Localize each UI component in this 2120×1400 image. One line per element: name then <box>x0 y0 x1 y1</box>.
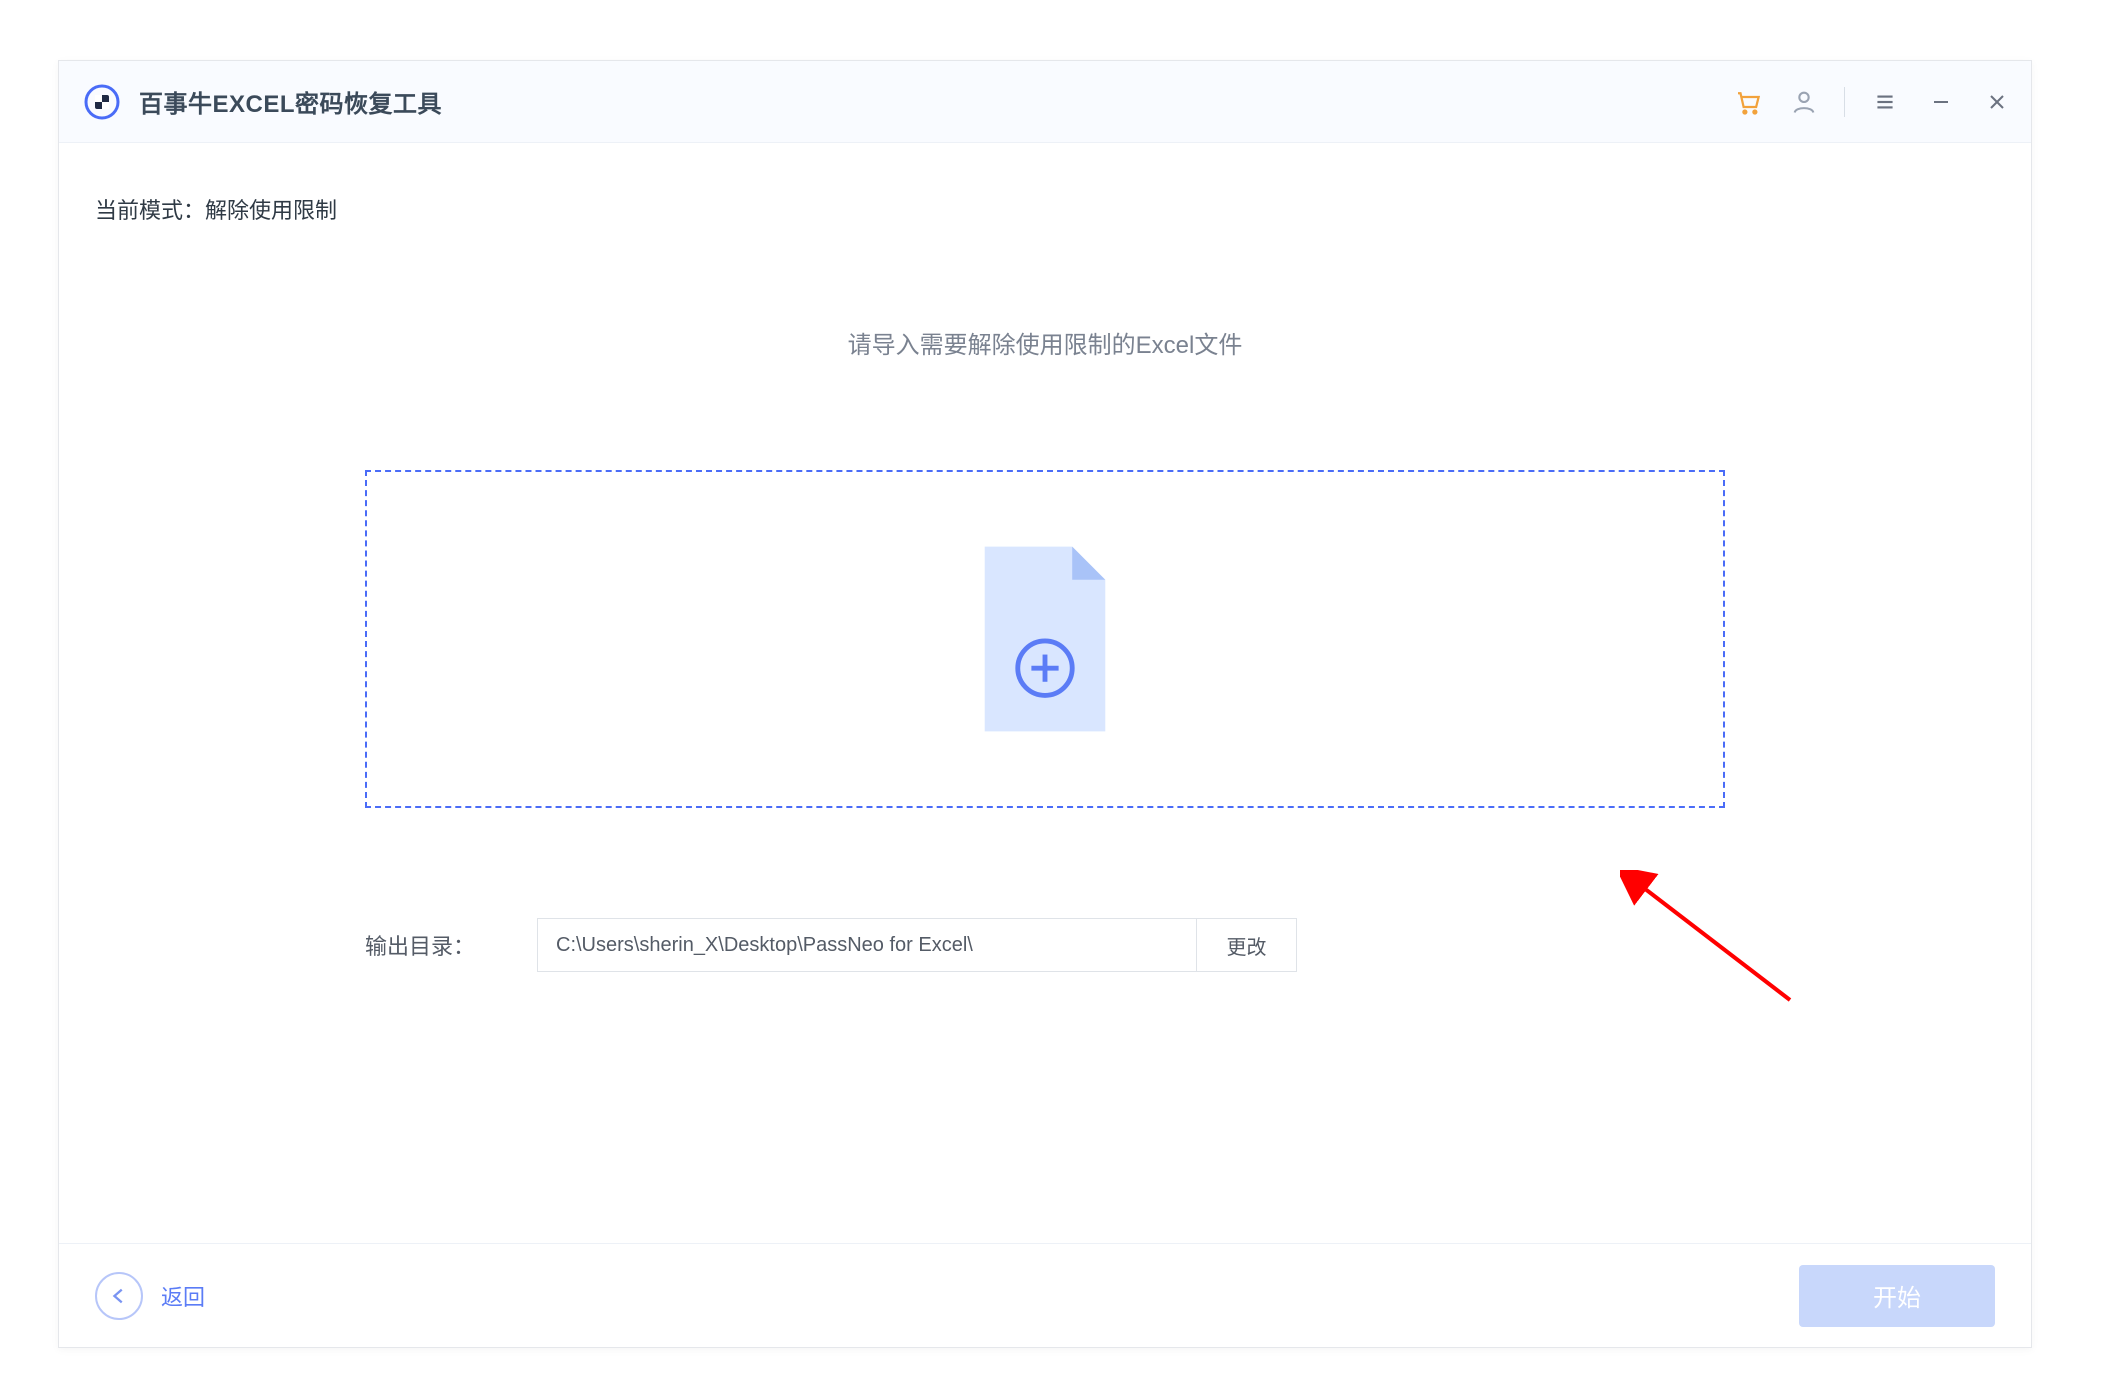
start-button[interactable]: 开始 <box>1799 1265 1995 1327</box>
output-path-input[interactable] <box>538 919 1196 971</box>
output-field-group: 更改 <box>537 918 1297 972</box>
mode-prefix: 当前模式： <box>95 198 205 223</box>
cart-icon[interactable] <box>1732 86 1764 118</box>
footer: 返回 开始 <box>59 1243 2031 1347</box>
back-button[interactable]: 返回 <box>95 1272 205 1320</box>
user-icon[interactable] <box>1788 86 1820 118</box>
current-mode: 当前模式：解除使用限制 <box>95 193 1995 225</box>
file-add-icon <box>975 539 1115 739</box>
menu-icon[interactable] <box>1869 86 1901 118</box>
app-logo-icon <box>83 83 121 121</box>
titlebar-actions <box>1732 86 2013 118</box>
minimize-icon[interactable] <box>1925 86 1957 118</box>
close-icon[interactable] <box>1981 86 2013 118</box>
file-dropzone[interactable] <box>365 470 1725 808</box>
main-content: 当前模式：解除使用限制 请导入需要解除使用限制的Excel文件 输出目录： 更改 <box>59 143 2031 1243</box>
back-arrow-icon <box>95 1272 143 1320</box>
app-window: 百事牛EXCEL密码恢复工具 <box>58 60 2032 1348</box>
titlebar-divider <box>1844 87 1845 117</box>
output-label: 输出目录： <box>365 929 505 961</box>
titlebar: 百事牛EXCEL密码恢复工具 <box>59 61 2031 143</box>
output-row: 输出目录： 更改 <box>365 918 1725 972</box>
mode-value: 解除使用限制 <box>205 198 337 223</box>
back-label: 返回 <box>161 1280 205 1312</box>
change-output-button[interactable]: 更改 <box>1196 919 1296 971</box>
app-title: 百事牛EXCEL密码恢复工具 <box>139 84 442 119</box>
import-prompt: 请导入需要解除使用限制的Excel文件 <box>95 325 1995 360</box>
